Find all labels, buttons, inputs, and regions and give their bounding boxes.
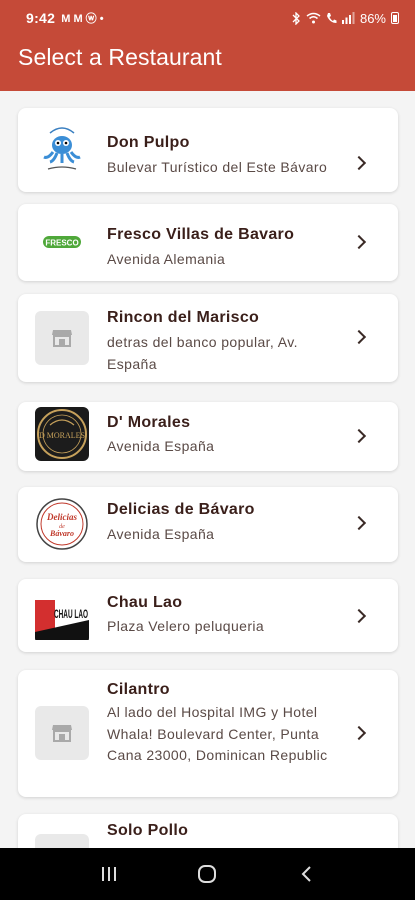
delicias-logo-text-top: Delicias — [46, 512, 77, 522]
delicias-logo: Delicias de Bávaro — [35, 497, 89, 551]
restaurant-address: Avenida Alemania — [107, 251, 226, 267]
battery-icon — [391, 12, 399, 24]
restaurant-name: Delicias de Bávaro — [107, 501, 255, 518]
delicias-logo-text-bottom: Bávaro — [49, 529, 74, 538]
chevron-right-icon — [351, 608, 367, 624]
restaurant-card[interactable]: FRESCO Fresco Villas de Bavaro Avenida A… — [18, 204, 398, 281]
back-icon — [301, 866, 311, 882]
restaurant-address: Al lado del Hospital IMG y Hotel Whala! … — [107, 704, 328, 763]
store-placeholder-icon — [35, 311, 89, 365]
status-time: 9:42 — [26, 10, 56, 26]
restaurant-card[interactable]: D MORALES D' Morales Avenida España — [18, 402, 398, 471]
chevron-right-icon — [351, 234, 367, 250]
battery-percent: 86% — [359, 10, 386, 26]
restaurant-address: detras del banco popular, Av. España — [107, 334, 298, 372]
restaurant-address: Plaza Velero peluqueria — [107, 618, 265, 634]
restaurant-card[interactable]: Solo Pollo — [18, 814, 398, 848]
status-bar: 9:42 M M ⓦ • 86% — [0, 0, 415, 36]
restaurant-list[interactable]: Don Pulpo Bulevar Turístico del Este Báv… — [0, 91, 415, 848]
store-placeholder-icon — [35, 706, 89, 760]
recent-apps-button[interactable] — [89, 854, 129, 894]
app-bar: 9:42 M M ⓦ • 86% Select a Restaurant — [0, 0, 415, 91]
octopus-logo — [35, 123, 89, 177]
d-morales-logo-text: D MORALES — [39, 431, 85, 440]
restaurant-address: Avenida España — [107, 438, 215, 454]
system-navigation-bar — [0, 848, 415, 900]
restaurant-name: Solo Pollo — [107, 822, 189, 839]
chevron-right-icon — [351, 428, 367, 444]
restaurant-card[interactable]: Rincon del Marisco detras del banco popu… — [18, 294, 398, 382]
d-morales-logo: D MORALES — [35, 407, 89, 461]
back-button[interactable] — [286, 854, 326, 894]
restaurant-name: Fresco Villas de Bavaro — [107, 226, 295, 243]
restaurant-address: Bulevar Turístico del Este Bávaro — [107, 159, 328, 175]
restaurant-card[interactable]: CHAU LAO Chau Lao Plaza Velero peluqueri… — [18, 579, 398, 652]
restaurant-name: D' Morales — [107, 414, 191, 431]
restaurant-card[interactable]: Don Pulpo Bulevar Turístico del Este Báv… — [18, 108, 398, 192]
wifi-icon — [306, 12, 321, 24]
signal-icon — [341, 12, 355, 24]
restaurant-name: Cilantro — [107, 681, 170, 698]
call-icon — [326, 13, 337, 23]
chau-lao-logo-text: CHAU LAO — [54, 607, 88, 621]
chau-lao-logo: CHAU LAO — [35, 590, 89, 644]
notification-icons: M M ⓦ • — [61, 13, 104, 25]
home-button[interactable] — [187, 854, 227, 894]
home-icon — [198, 865, 217, 883]
restaurant-card[interactable]: Cilantro Al lado del Hospital IMG y Hote… — [18, 670, 398, 797]
restaurant-name: Rincon del Marisco — [107, 309, 260, 326]
restaurant-address: Avenida España — [107, 526, 215, 542]
page-title: Select a Restaurant — [18, 44, 222, 70]
fresco-logo-text: FRESCO — [45, 239, 78, 248]
restaurant-card[interactable]: Delicias de Bávaro Delicias de Bávaro Av… — [18, 487, 398, 562]
recent-apps-icon — [102, 867, 117, 881]
bluetooth-icon — [292, 11, 300, 25]
chevron-right-icon — [351, 329, 367, 345]
chevron-right-icon — [351, 515, 367, 531]
chevron-right-icon — [351, 155, 367, 171]
restaurant-name: Chau Lao — [107, 594, 183, 611]
chevron-right-icon — [351, 725, 367, 741]
fresco-logo: FRESCO — [35, 215, 89, 269]
store-placeholder-icon — [35, 834, 89, 848]
restaurant-name: Don Pulpo — [107, 134, 190, 151]
